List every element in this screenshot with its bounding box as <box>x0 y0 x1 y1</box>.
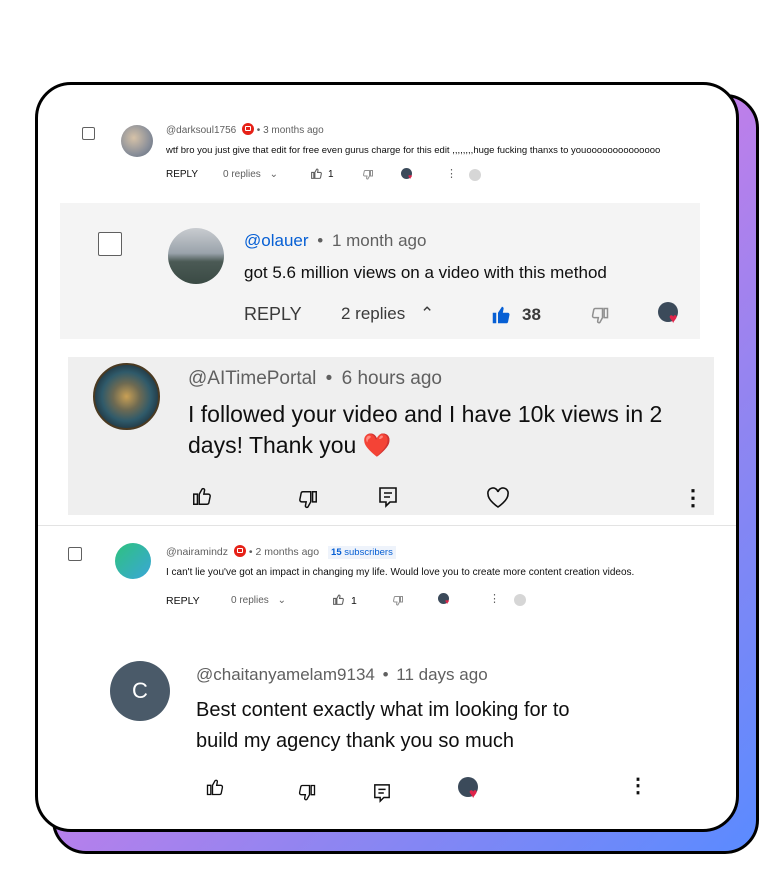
comment-author[interactable]: @olauer <box>244 231 309 250</box>
thumbs-down-icon[interactable] <box>297 783 317 803</box>
thumbs-down-icon[interactable] <box>590 306 610 326</box>
replies-toggle[interactable]: 0 replies ⌄ <box>231 595 286 606</box>
avatar <box>93 363 160 430</box>
replies-toggle[interactable]: 2 replies ⌃ <box>341 304 434 324</box>
thumbs-down-icon[interactable] <box>362 169 374 181</box>
thumbs-down-icon[interactable] <box>297 489 319 511</box>
thumbs-up-icon[interactable] <box>205 777 225 797</box>
reply-icon[interactable] <box>514 594 526 606</box>
comment-text: wtf bro you just give that edit for free… <box>166 145 661 156</box>
subscriber-count: 15 <box>331 547 342 558</box>
reply-button[interactable]: REPLY <box>166 169 198 180</box>
divider <box>38 525 736 526</box>
comment-text: I can't lie you've got an impact in chan… <box>166 567 635 578</box>
separator: • <box>382 665 389 684</box>
creator-heart-icon: ♥ <box>438 593 452 607</box>
comment-body: I followed your video and I have 10k vie… <box>188 401 663 458</box>
reply-button[interactable]: REPLY <box>166 595 200 607</box>
like-count: 1 <box>328 169 334 180</box>
avatar-letter: C <box>132 678 148 703</box>
comment-author[interactable]: @nairamindz <box>166 546 228 558</box>
comment-text-line: Best content exactly what im looking for… <box>196 699 570 721</box>
thumbs-up-icon[interactable] <box>310 167 323 180</box>
subscriber-label: subscribers <box>344 547 393 558</box>
avatar <box>168 228 224 284</box>
comment-author[interactable]: @darksoul1756 <box>166 125 236 136</box>
comment-header: @nairamindz • 2 months ago 15 subscriber… <box>166 545 396 559</box>
subscriber-badge: 15 subscribers <box>328 546 396 559</box>
red-heart-emoji: ❤️ <box>362 432 392 458</box>
comment-time: 6 hours ago <box>341 368 442 389</box>
separator: • <box>256 125 261 136</box>
comment-author[interactable]: @AITimePortal <box>188 368 316 389</box>
chevron-up-icon: ⌃ <box>420 304 435 323</box>
comment-time: 3 months ago <box>263 125 324 136</box>
creator-heart-icon: ♥ <box>658 302 684 328</box>
thumbs-up-icon[interactable] <box>491 304 512 325</box>
like-count: 38 <box>522 305 541 324</box>
chevron-down-icon: ⌄ <box>269 169 278 180</box>
comments-card: @darksoul1756 • 3 months ago wtf bro you… <box>35 82 739 832</box>
more-vert-icon[interactable]: ⋮ <box>489 592 500 605</box>
separator: • <box>317 231 324 250</box>
reply-icon[interactable] <box>378 486 398 508</box>
comment-time: 1 month ago <box>331 231 427 250</box>
comment-header: @chaitanyamelam9134 • 11 days ago <box>196 665 488 685</box>
replies-count: 2 replies <box>341 304 406 323</box>
chevron-down-icon: ⌄ <box>277 595 286 606</box>
comment-header: @darksoul1756 • 3 months ago <box>166 123 324 136</box>
replies-count: 0 replies <box>223 169 261 180</box>
reply-icon[interactable] <box>469 169 481 181</box>
comment-header: @olauer • 1 month ago <box>244 231 426 251</box>
avatar <box>115 543 151 579</box>
reply-button[interactable]: REPLY <box>244 304 302 325</box>
comment-checkbox[interactable] <box>68 547 82 561</box>
thumbs-down-icon[interactable] <box>392 595 404 607</box>
comment-text: got 5.6 million views on a video with th… <box>244 263 607 282</box>
thumbs-up-icon[interactable] <box>332 593 345 606</box>
comment-time: 2 months ago <box>255 546 320 558</box>
youtube-badge-icon <box>233 545 246 557</box>
avatar: C <box>110 661 170 721</box>
comment-text: I followed your video and I have 10k vie… <box>188 399 708 461</box>
comment-header: @AITimePortal • 6 hours ago <box>188 368 442 390</box>
replies-count: 0 replies <box>231 595 269 606</box>
creator-heart-icon: ♥ <box>458 777 486 805</box>
like-count: 1 <box>351 595 357 607</box>
more-vert-icon[interactable]: ⋮ <box>682 485 704 511</box>
separator: • <box>325 368 333 389</box>
creator-heart-icon: ♥ <box>401 168 414 181</box>
comment-checkbox[interactable] <box>98 232 122 256</box>
youtube-badge-icon <box>241 123 254 135</box>
heart-outline-icon[interactable] <box>486 487 510 509</box>
more-vert-icon[interactable]: ⋮ <box>628 773 648 798</box>
comment-time: 11 days ago <box>396 665 488 684</box>
reply-icon[interactable] <box>373 783 391 803</box>
separator: • <box>248 546 253 558</box>
avatar <box>121 125 153 157</box>
comment-checkbox[interactable] <box>82 127 95 140</box>
more-vert-icon[interactable]: ⋮ <box>446 167 457 180</box>
comment-text-line: build my agency thank you so much <box>196 730 514 752</box>
replies-toggle[interactable]: 0 replies ⌄ <box>223 169 278 180</box>
comment-author[interactable]: @chaitanyamelam9134 <box>196 665 375 684</box>
thumbs-up-icon[interactable] <box>191 485 213 507</box>
